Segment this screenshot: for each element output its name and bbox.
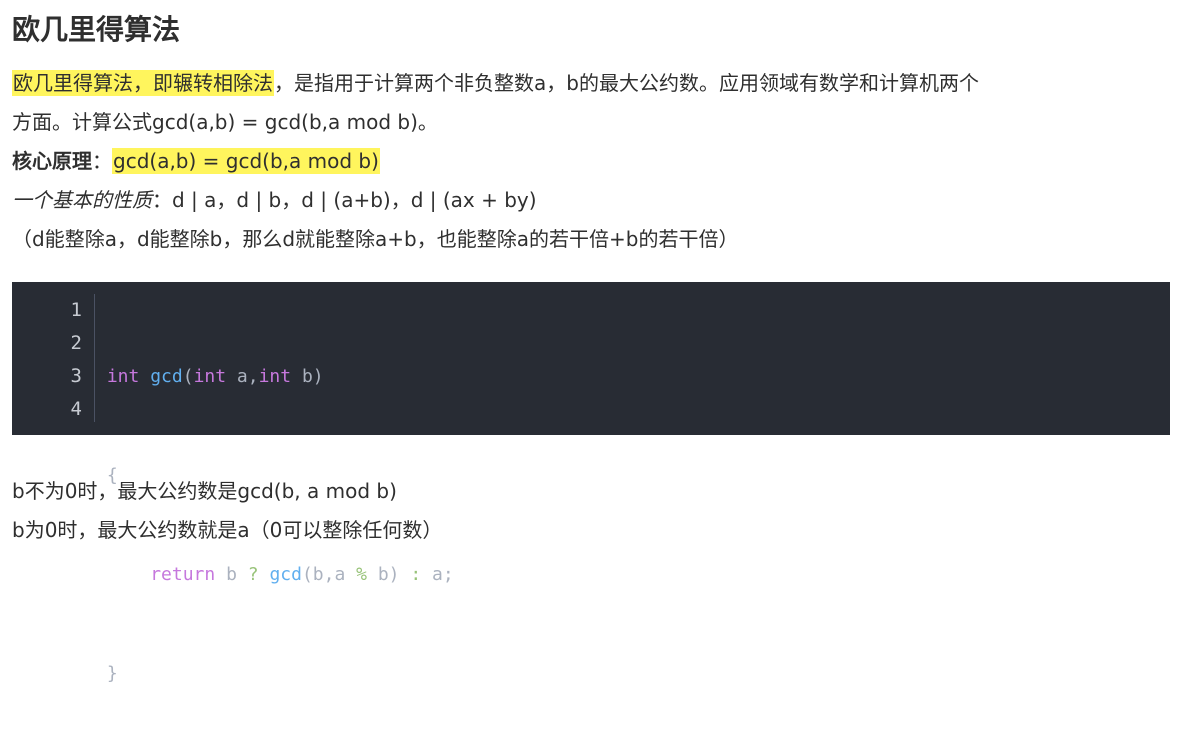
code-token: a,	[226, 366, 259, 387]
code-token: a;	[421, 564, 454, 585]
code-token-function: gcd	[269, 564, 302, 585]
property-text: d | a，d | b，d | (a+b)，d | (ax + by)	[172, 188, 537, 212]
code-token: }	[106, 663, 118, 684]
code-token-keyword: int	[106, 366, 140, 387]
code-token: b	[215, 564, 248, 585]
principle-label: 核心原理	[12, 149, 92, 173]
intro-line-1: 欧几里得算法，即辗转相除法，是指用于计算两个非负整数a，b的最大公约数。应用领域…	[12, 64, 1182, 103]
code-line: }	[96, 657, 454, 690]
intro-text: ，是指用于计算两个非负整数a，b的最大公约数。应用领域有数学和计算机两个	[274, 71, 979, 95]
highlight-term: 欧几里得算法，即辗转相除法	[12, 70, 274, 96]
code-token-function: gcd	[150, 366, 183, 387]
line-number-gutter: 1 2 3 4	[12, 294, 95, 422]
code-line: int gcd(int a,int b)	[96, 360, 454, 393]
code-block[interactable]: 1 2 3 4 int gcd(int a,int b) { return b …	[12, 282, 1170, 684]
principle-line: 核心原理：gcd(a,b) = gcd(b,a mod b)	[12, 142, 1182, 181]
conclusion-line-2: b为0时，最大公约数就是a（0可以整除任何数）	[12, 518, 443, 542]
code-token: b)	[366, 564, 411, 585]
property-label: 一个基本的性质	[12, 188, 152, 212]
line-number: 1	[70, 299, 82, 321]
principle-sep: ：	[92, 149, 112, 173]
line-number: 4	[70, 398, 82, 420]
code-token: (b,a	[301, 564, 357, 585]
code-token-operator: ?	[247, 564, 259, 585]
intro-line-2: 方面。计算公式gcd(a,b) = gcd(b,a mod b)。	[12, 110, 438, 134]
code-token-keyword: return	[150, 564, 216, 585]
conclusion-line-1: b不为0时，最大公约数是gcd(b, a mod b)	[12, 479, 397, 503]
line-number: 3	[70, 365, 82, 387]
code-token-keyword: int	[193, 366, 227, 387]
property-line: 一个基本的性质：d | a，d | b，d | (a+b)，d | (ax + …	[12, 181, 1182, 220]
page-title: 欧几里得算法	[12, 13, 181, 46]
line-number: 2	[70, 332, 82, 354]
intro-paragraph: 欧几里得算法，即辗转相除法，是指用于计算两个非负整数a，b的最大公约数。应用领域…	[12, 64, 1182, 259]
property-sep: ：	[152, 188, 172, 212]
code-token: b)	[291, 366, 324, 387]
code-token: (	[182, 366, 194, 387]
code-token-keyword: int	[258, 366, 292, 387]
conclusion-paragraph: b不为0时，最大公约数是gcd(b, a mod b) b为0时，最大公约数就是…	[12, 472, 1182, 550]
code-token-operator: %	[356, 564, 367, 585]
explain-line: （d能整除a，d能整除b，那么d就能整除a+b，也能整除a的若干倍+b的若干倍）	[12, 227, 739, 251]
principle-formula: gcd(a,b) = gcd(b,a mod b)	[112, 148, 380, 174]
code-token-operator: :	[410, 564, 422, 585]
code-line: return b ? gcd(b,a % b) : a;	[96, 558, 454, 591]
